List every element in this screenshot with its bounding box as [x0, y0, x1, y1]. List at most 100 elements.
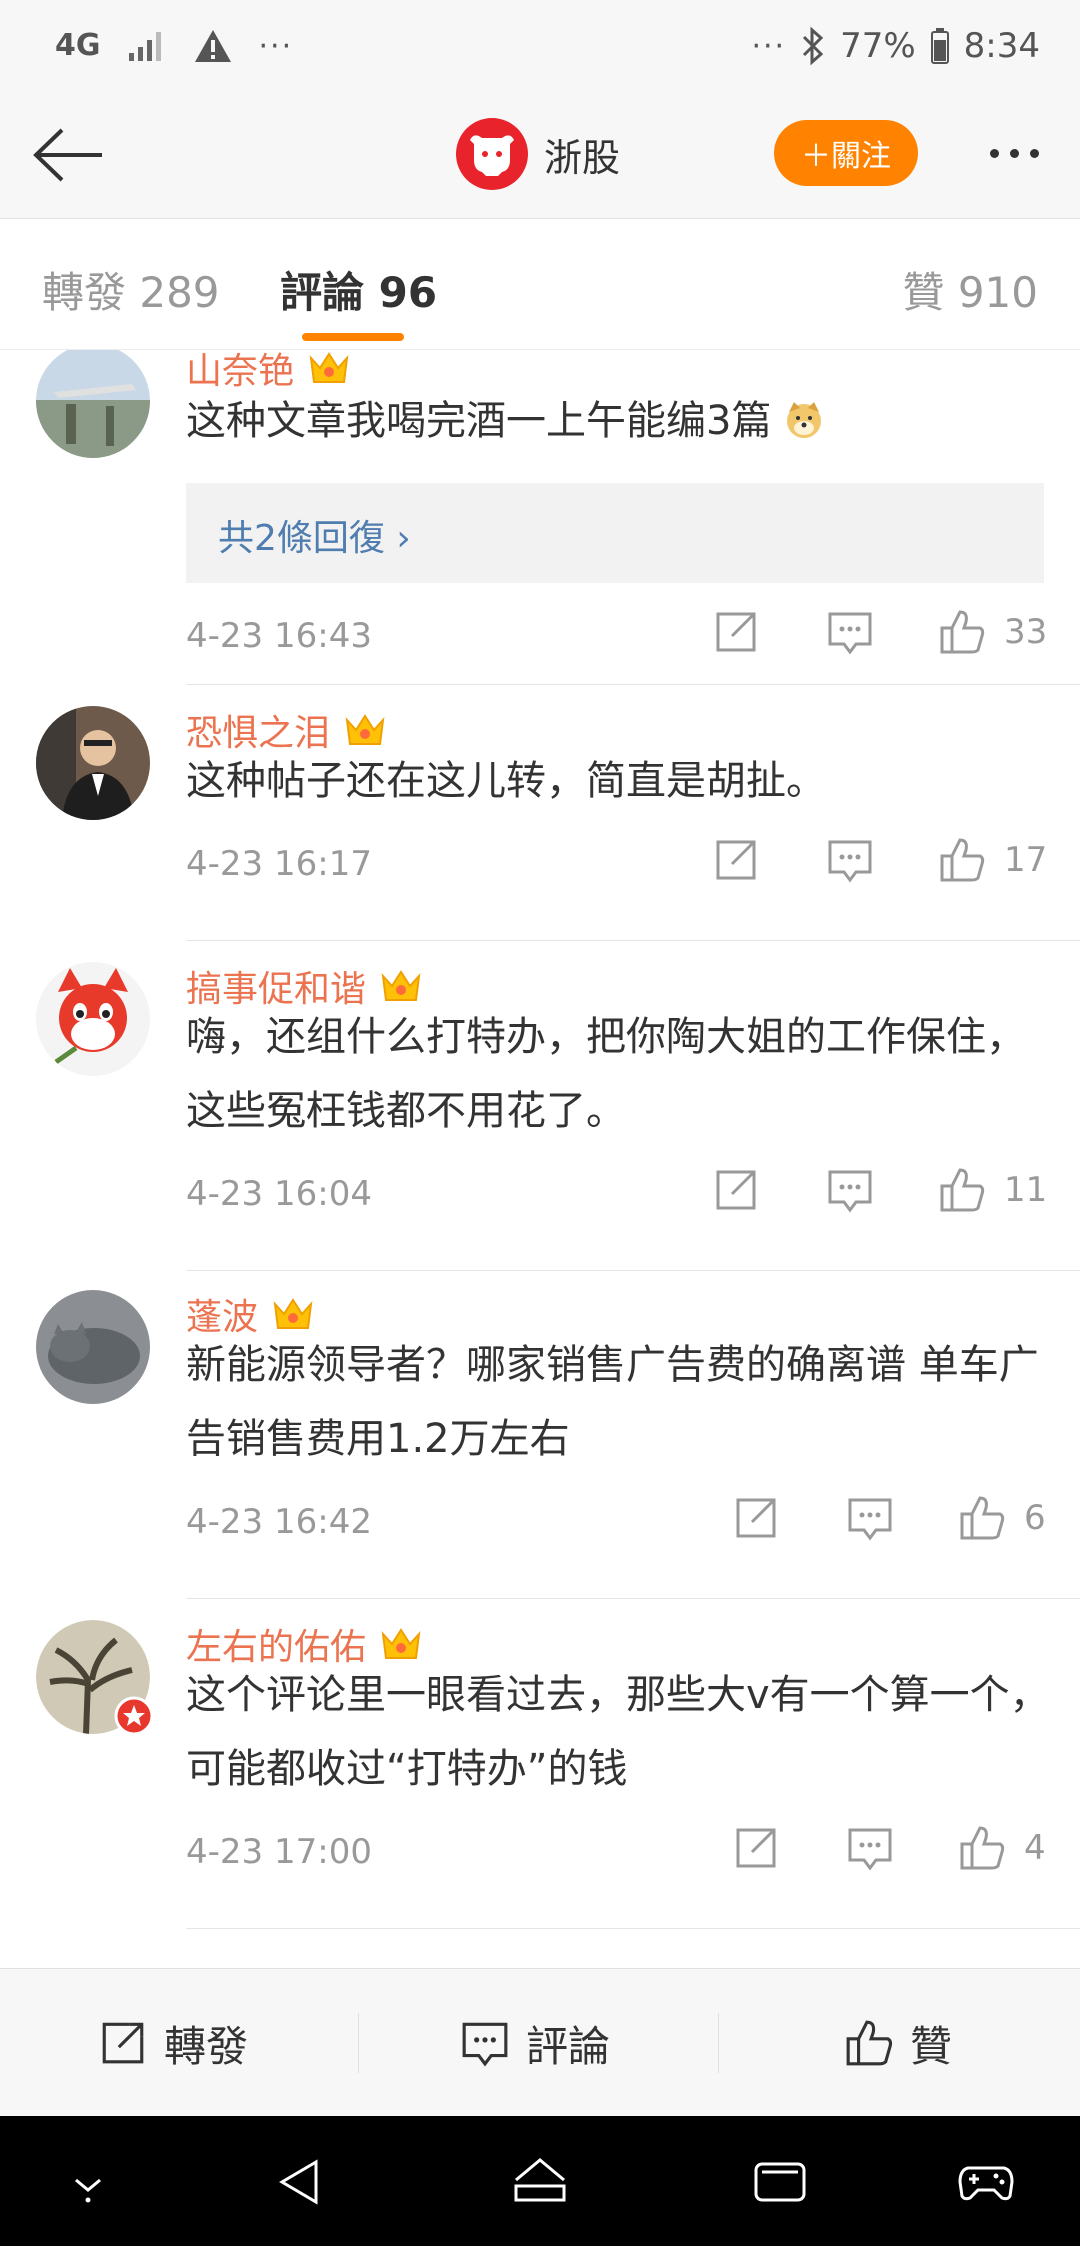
like-count: 11	[1004, 1170, 1048, 1210]
comment-text: 这个评论里一眼看过去，那些大v有一个算一个，可能都收过“打特办”的钱	[186, 1672, 1050, 1792]
comment-divider	[186, 684, 1080, 685]
comment-label: 評論	[526, 2021, 611, 2071]
avatar[interactable]	[36, 706, 150, 820]
replies-label: 共2條回復 ›	[218, 518, 411, 559]
vip-crown-icon	[309, 352, 349, 383]
follow-button[interactable]: ＋關注	[774, 120, 918, 186]
comment-icon[interactable]	[826, 836, 874, 884]
avatar-image	[36, 350, 150, 458]
status-more-right: ···	[751, 28, 787, 64]
back-button[interactable]	[28, 120, 108, 190]
comment-divider	[186, 1270, 1080, 1271]
system-nav-bar	[0, 2116, 1080, 2246]
comment-actions: 6	[0, 1494, 1080, 1554]
repost-button[interactable]: 轉發	[98, 1969, 248, 2117]
bull-logo-icon	[470, 135, 514, 176]
vip-crown-icon	[345, 714, 385, 745]
like-count: 4	[1024, 1828, 1046, 1868]
like-icon[interactable]	[938, 836, 986, 884]
tab-reposts[interactable]: 轉發 289	[42, 259, 220, 320]
avatar[interactable]	[36, 350, 150, 458]
like-icon	[846, 2020, 893, 2066]
bar-divider	[358, 2013, 359, 2073]
repost-icon[interactable]	[712, 836, 760, 884]
like-icon[interactable]	[958, 1494, 1006, 1542]
tab-comments[interactable]: 評論 96	[280, 259, 437, 320]
comment-text: 这种帖子还在这儿转，简直是胡扯。	[186, 758, 826, 804]
repost-icon[interactable]	[712, 1166, 760, 1214]
comment-actions: 4	[0, 1824, 1080, 1884]
status-more: ···	[258, 28, 294, 64]
comment-actions: 17	[0, 836, 1080, 896]
comment-actions: 33	[0, 608, 1080, 668]
comment-divider	[186, 1928, 1080, 1929]
network-indicator: 4G	[55, 28, 101, 63]
bottom-action-bar: 轉發 評論 贊	[0, 1968, 1080, 2117]
comment-text: 这种文章我喝完酒一上午能编3篇	[186, 384, 1050, 458]
like-button[interactable]: 贊	[844, 1969, 952, 2117]
like-label: 贊	[910, 2021, 953, 2071]
tab-likes[interactable]: 贊 910	[902, 259, 1038, 320]
avatar-image	[36, 1290, 150, 1404]
repost-icon[interactable]	[712, 608, 760, 656]
like-icon[interactable]	[938, 608, 986, 656]
clock: 8:34	[963, 26, 1040, 66]
battery-icon	[930, 28, 949, 64]
comment-icon	[462, 2022, 508, 2067]
like-icon[interactable]	[938, 1166, 986, 1214]
active-tab-indicator	[302, 333, 404, 341]
more-options-button[interactable]	[974, 128, 1054, 178]
hide-keyboard-icon[interactable]	[60, 2154, 116, 2210]
like-count: 33	[1004, 612, 1048, 652]
comment-icon[interactable]	[846, 1824, 894, 1872]
account-name: 浙股	[544, 135, 621, 180]
comment-icon[interactable]	[846, 1494, 894, 1542]
vip-crown-icon	[381, 1628, 421, 1659]
like-count: 17	[1004, 840, 1048, 880]
more-dot-icon	[1029, 148, 1039, 158]
bar-divider	[718, 2013, 719, 2073]
comment-icon[interactable]	[826, 1166, 874, 1214]
recent-apps-icon[interactable]	[752, 2154, 808, 2210]
bluetooth-icon	[803, 26, 824, 66]
battery-percent: 77%	[840, 26, 916, 66]
vip-crown-icon	[381, 970, 421, 1001]
vip-crown-icon	[273, 1298, 313, 1329]
more-dot-icon	[1009, 148, 1019, 158]
back-nav-icon[interactable]	[272, 2154, 328, 2210]
verified-badge-icon	[114, 1696, 154, 1736]
warning-icon	[194, 30, 231, 62]
account-logo	[456, 118, 528, 190]
status-bar: 4G ··· ··· 77% 8:34	[0, 0, 1080, 90]
more-dot-icon	[989, 148, 999, 158]
account-header[interactable]: 浙股	[456, 116, 620, 192]
avatar-image	[36, 962, 150, 1076]
replies-link[interactable]: 共2條回復 ›	[186, 483, 1044, 583]
comment-text: 新能源领导者？哪家销售广告费的确离谱 单车广告销售费用1.2万左右	[186, 1342, 1039, 1462]
signal-icon	[128, 32, 161, 61]
like-icon[interactable]	[958, 1824, 1006, 1872]
game-tools-icon[interactable]	[958, 2154, 1014, 2210]
avatar[interactable]	[36, 1620, 154, 1736]
comment-text: 嗨，还组什么打特办，把你陶大姐的工作保住，这些冤枉钱都不用花了。	[186, 1014, 1026, 1134]
avatar[interactable]	[36, 962, 150, 1076]
repost-icon	[102, 2022, 144, 2064]
comment-list: 山奈铯 这种文章我喝完酒一上午能编3篇 共2條回復 › 4-23 16:43 3…	[0, 350, 1080, 1968]
top-nav: 浙股 ＋關注	[0, 90, 1080, 219]
doge-emoji-icon	[787, 402, 822, 438]
avatar[interactable]	[36, 1290, 150, 1404]
comment-actions: 11	[0, 1166, 1080, 1226]
comment-icon[interactable]	[826, 608, 874, 656]
comment-divider	[186, 1598, 1080, 1599]
arrow-left-icon	[33, 128, 102, 182]
detail-tabs: 轉發 289 評論 96 贊 910	[0, 219, 1080, 350]
repost-icon[interactable]	[732, 1824, 780, 1872]
comment-divider	[186, 940, 1080, 941]
avatar-image	[36, 706, 150, 820]
comment-text-content: 这种文章我喝完酒一上午能编3篇	[186, 398, 772, 444]
like-count: 6	[1024, 1498, 1046, 1538]
comment-button[interactable]: 評論	[460, 1969, 610, 2117]
repost-label: 轉發	[164, 2021, 249, 2071]
home-nav-icon[interactable]	[512, 2154, 568, 2210]
repost-icon[interactable]	[732, 1494, 780, 1542]
